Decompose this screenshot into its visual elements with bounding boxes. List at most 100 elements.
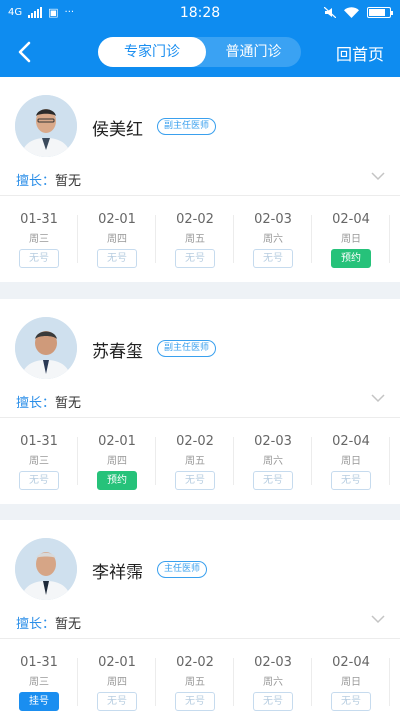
schedule-weekday: 周六 [263,456,283,467]
schedule-day: 02-04 周日 无号 [312,640,390,711]
schedule-day: 01-31 周三 无号 [0,419,78,504]
home-button[interactable]: 回首页 [336,41,384,65]
doctor-avatar [15,538,77,600]
doctor-specialty: 擅长：暂无 [16,613,81,632]
divider [0,417,400,418]
back-arrow-icon[interactable] [14,39,38,65]
slot-status-none: 无号 [175,471,215,490]
schedule-weekday: 周四 [107,234,127,245]
schedule-date: 01-31 [20,655,58,670]
schedule-weekday: 周五 [185,234,205,245]
schedule-day: 02-02 周五 无号 [156,640,234,711]
doctor-name: 苏春玺 [92,342,143,362]
schedule-weekday: 周日 [341,456,361,467]
slot-status-none: 无号 [331,692,371,711]
schedule-date: 02-01 [98,212,136,227]
specialty-label: 擅长： [16,396,56,411]
schedule-date: 02-01 [98,655,136,670]
tab-general-clinic[interactable]: 普通门诊 [206,37,301,67]
mute-icon [324,7,336,18]
schedule-date: 02-04 [332,655,370,670]
schedule-date: 01-31 [20,434,58,449]
schedule-row: 01-31 周三 挂号 02-01 周四 无号 02-02 周五 无号 02-0… [0,640,400,711]
schedule-day: 02-02 周五 无号 [156,197,234,282]
doctor-name: 李祥霈 [92,563,143,583]
schedule-weekday: 周三 [29,456,49,467]
schedule-day: 02-01 周四 无号 [78,640,156,711]
chevron-down-icon[interactable] [370,613,386,625]
schedule-date: 02-02 [176,212,214,227]
clinic-type-switch: 专家门诊 普通门诊 [98,37,301,67]
slot-status-none: 无号 [253,249,293,268]
schedule-date: 02-04 [332,212,370,227]
doctor-specialty: 擅长：暂无 [16,170,81,189]
doctor-avatar [15,317,77,379]
slot-status-none: 无号 [253,471,293,490]
divider [0,195,400,196]
chevron-down-icon[interactable] [370,170,386,182]
battery-icon [367,7,393,18]
slot-status-none: 无号 [97,249,137,268]
schedule-date: 02-03 [254,434,292,449]
chevron-down-icon[interactable] [370,392,386,404]
schedule-day: 01-31 周三 无号 [0,197,78,282]
schedule-row: 01-31 周三 无号 02-01 周四 预约 02-02 周五 无号 02-0… [0,419,400,504]
register-button[interactable]: 挂号 [19,692,59,711]
divider [0,638,400,639]
specialty-value: 暂无 [55,396,82,411]
doctor-card[interactable]: 李祥霈 主任医师 擅长：暂无 01-31 周三 挂号 02-01 周四 无号 0… [0,520,400,711]
book-appointment-button[interactable]: 预约 [331,249,371,268]
schedule-weekday: 周三 [29,677,49,688]
wifi-icon [344,7,359,18]
schedule-weekday: 周四 [107,677,127,688]
schedule-date: 02-01 [98,434,136,449]
schedule-weekday: 周日 [341,234,361,245]
slot-status-none: 无号 [175,249,215,268]
doctor-card[interactable]: 侯美红 副主任医师 擅长：暂无 01-31 周三 无号 02-01 周四 无号 … [0,77,400,282]
schedule-date: 02-04 [332,434,370,449]
book-appointment-button[interactable]: 预约 [97,471,137,490]
slot-status-none: 无号 [253,692,293,711]
slot-status-none: 无号 [19,471,59,490]
schedule-date: 02-02 [176,655,214,670]
schedule-day: 02-01 周四 无号 [78,197,156,282]
schedule-date: 02-03 [254,212,292,227]
doctor-title-badge: 副主任医师 [157,118,217,135]
slot-status-none: 无号 [175,692,215,711]
schedule-day: 02-01 周四 预约 [78,419,156,504]
schedule-weekday: 周六 [263,677,283,688]
slot-status-none: 无号 [331,471,371,490]
schedule-weekday: 周三 [29,234,49,245]
schedule-weekday: 周六 [263,234,283,245]
specialty-value: 暂无 [55,617,82,632]
schedule-day: 02-03 周六 无号 [234,419,312,504]
schedule-date: 02-02 [176,434,214,449]
doctor-title-badge: 主任医师 [157,561,208,578]
schedule-weekday: 周五 [185,677,205,688]
schedule-date: 02-03 [254,655,292,670]
doctor-title-badge: 副主任医师 [157,340,217,357]
schedule-day: 02-02 周五 无号 [156,419,234,504]
schedule-day: 02-04 周日 预约 [312,197,390,282]
specialty-label: 擅长： [16,174,56,189]
doctor-avatar [15,95,77,157]
schedule-weekday: 周四 [107,456,127,467]
doctor-card[interactable]: 苏春玺 副主任医师 擅长：暂无 01-31 周三 无号 02-01 周四 预约 … [0,299,400,504]
status-bar: 4G ▣ ··· 18:28 [0,0,400,27]
schedule-weekday: 周日 [341,677,361,688]
doctor-name: 侯美红 [92,120,143,140]
tab-expert-clinic[interactable]: 专家门诊 [98,37,206,67]
schedule-day: 01-31 周三 挂号 [0,640,78,711]
slot-status-none: 无号 [97,692,137,711]
slot-status-none: 无号 [19,249,59,268]
schedule-weekday: 周五 [185,456,205,467]
doctor-specialty: 擅长：暂无 [16,392,81,411]
status-right [324,7,393,18]
top-bar: 专家门诊 普通门诊 回首页 [0,27,400,77]
schedule-row: 01-31 周三 无号 02-01 周四 无号 02-02 周五 无号 02-0… [0,197,400,282]
schedule-date: 01-31 [20,212,58,227]
schedule-day: 02-03 周六 无号 [234,640,312,711]
specialty-label: 擅长： [16,617,56,632]
specialty-value: 暂无 [55,174,82,189]
schedule-day: 02-04 周日 无号 [312,419,390,504]
